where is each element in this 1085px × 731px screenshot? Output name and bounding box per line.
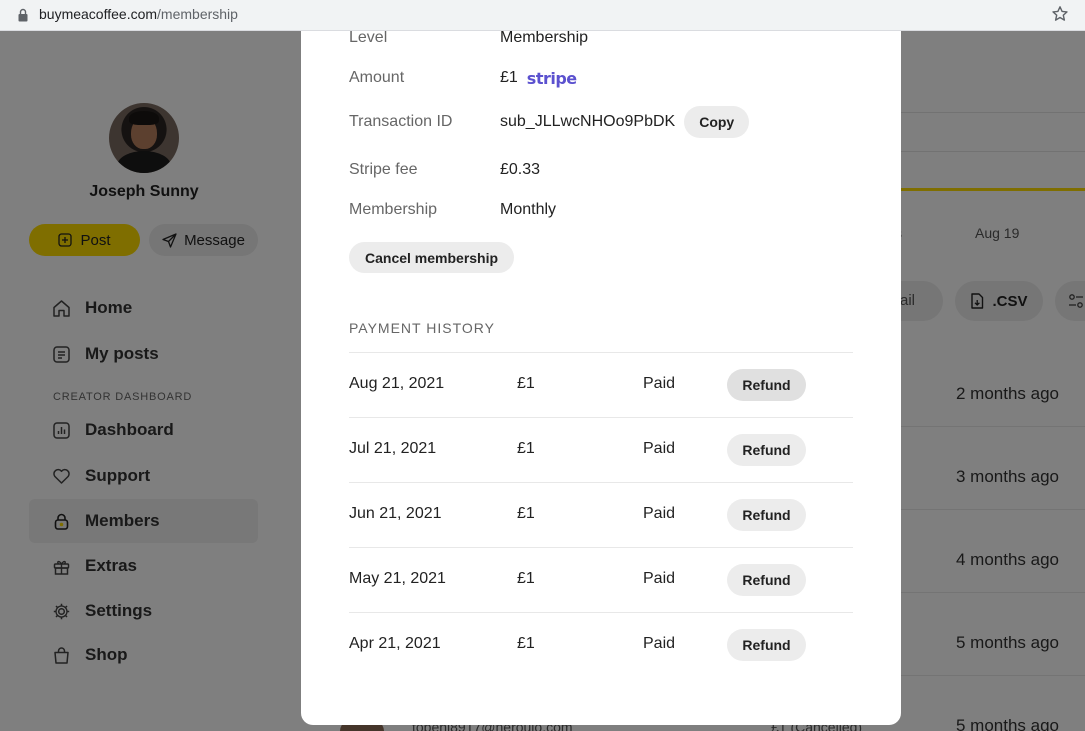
detail-value: sub_JLLwcNHOo9PbDK Copy	[500, 106, 750, 138]
detail-value: £1 stripe	[500, 69, 577, 88]
bookmark-star-icon[interactable]	[1051, 5, 1069, 23]
payment-amount: £1	[517, 440, 535, 457]
detail-label: Level	[349, 29, 388, 46]
refund-button[interactable]: Refund	[727, 564, 806, 596]
payment-status: Paid	[643, 505, 676, 522]
url-text[interactable]: buymeacoffee.com/membership	[39, 6, 238, 22]
detail-label: Membership	[349, 201, 438, 218]
detail-label: Amount	[349, 69, 405, 86]
url-domain: buymeacoffee.com	[39, 6, 158, 22]
payment-history-heading: PAYMENT HISTORY	[349, 320, 495, 336]
url-path: /membership	[157, 6, 238, 22]
payment-amount: £1	[517, 570, 535, 587]
payment-amount: £1	[517, 505, 535, 522]
payment-row: Apr 21, 2021 £1 Paid Refund	[349, 613, 853, 677]
payment-date: Aug 21, 2021	[349, 375, 445, 392]
payment-row: May 21, 2021 £1 Paid Refund	[349, 548, 853, 612]
detail-label: Stripe fee	[349, 161, 418, 178]
cancel-membership-button[interactable]: Cancel membership	[349, 242, 515, 273]
detail-row-stripe-fee: Stripe fee £0.33	[349, 158, 829, 182]
detail-label: Transaction ID	[349, 113, 453, 130]
payment-amount: £1	[517, 375, 535, 392]
payment-row: Aug 21, 2021 £1 Paid Refund	[349, 353, 853, 417]
payment-amount: £1	[517, 635, 535, 652]
refund-button[interactable]: Refund	[727, 499, 806, 531]
detail-value: Membership	[500, 29, 589, 46]
membership-detail-modal: Level Membership Amount £1 stripe Transa…	[301, 29, 901, 725]
payment-date: Jul 21, 2021	[349, 440, 437, 457]
payment-date: Apr 21, 2021	[349, 635, 441, 652]
detail-row-amount: Amount £1 stripe	[349, 66, 829, 90]
browser-address-bar: buymeacoffee.com/membership	[0, 0, 1085, 31]
payment-status: Paid	[643, 635, 676, 652]
payment-row: Jun 21, 2021 £1 Paid Refund	[349, 483, 853, 547]
refund-button[interactable]: Refund	[727, 434, 806, 466]
lock-icon	[18, 8, 28, 22]
payment-row: Jul 21, 2021 £1 Paid Refund	[349, 418, 853, 482]
detail-row-transaction-id: Transaction ID sub_JLLwcNHOo9PbDK Copy	[349, 106, 829, 138]
detail-row-membership: Membership Monthly	[349, 198, 829, 222]
amount-value: £1	[500, 69, 518, 86]
refund-button[interactable]: Refund	[727, 369, 806, 401]
detail-value: £0.33	[500, 161, 541, 178]
payment-status: Paid	[643, 440, 676, 457]
copy-button[interactable]: Copy	[684, 106, 750, 138]
stripe-logo: stripe	[526, 68, 577, 88]
payment-status: Paid	[643, 570, 676, 587]
transaction-id-value: sub_JLLwcNHOo9PbDK	[500, 113, 676, 130]
payment-date: Jun 21, 2021	[349, 505, 442, 522]
refund-button[interactable]: Refund	[727, 629, 806, 661]
payment-date: May 21, 2021	[349, 570, 446, 587]
payment-status: Paid	[643, 375, 676, 392]
detail-value: Monthly	[500, 201, 557, 218]
